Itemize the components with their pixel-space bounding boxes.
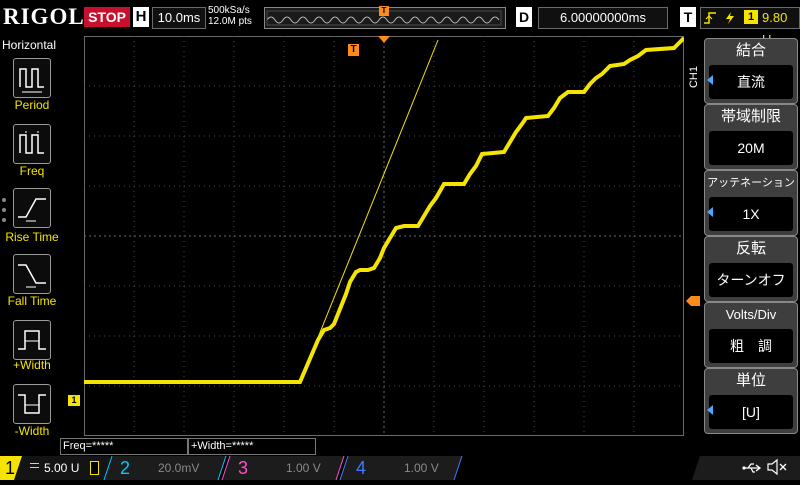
dc-coupling-icon — [30, 463, 39, 468]
period-label: Period — [14, 98, 50, 112]
positive-width-icon — [18, 330, 46, 350]
measure-panel-title: Horizontal — [2, 38, 57, 52]
left-scroll-dot — [2, 208, 6, 212]
invert-menu-item[interactable]: 反転 ターンオフ — [704, 236, 798, 302]
ch1-ground-marker[interactable]: 1 — [68, 395, 80, 406]
coupling-arrow-icon — [707, 75, 713, 85]
attenuation-value: 1X — [709, 197, 793, 231]
channel-1-number[interactable]: 1 — [5, 456, 15, 480]
volts-div-title: Volts/Div — [725, 307, 777, 322]
positive-width-measurement[interactable]: +Width=***** — [188, 438, 316, 455]
negative-width-button[interactable] — [13, 384, 51, 424]
channel-menu-tag: CH1 — [688, 66, 700, 89]
timebase-value[interactable]: 10.0ms — [152, 7, 206, 29]
bandwidth-limit-menu-item[interactable]: 帯域制限 20M — [704, 104, 798, 170]
fall-time-button[interactable] — [13, 254, 51, 294]
period-icon — [19, 68, 44, 93]
fall-time-label: Fall Time — [7, 294, 57, 308]
freq-button[interactable] — [13, 124, 51, 164]
bandwidth-limit-value: 20M — [709, 131, 793, 165]
channel-menu: 結合 直流 帯域制限 20M アッテネーション 1X 反転 ターンオフ Volt… — [704, 38, 800, 438]
period-button[interactable] — [13, 58, 51, 98]
positive-width-label: +Width — [13, 358, 51, 372]
unit-arrow-icon — [707, 405, 713, 415]
channel-1-scale[interactable]: 5.00 U — [44, 458, 79, 478]
attenuation-title: アッテネーション — [707, 177, 795, 189]
coupling-title: 結合 — [735, 42, 766, 59]
lightning-icon — [726, 12, 734, 24]
channel-3-scale[interactable]: 1.00 V — [286, 458, 321, 478]
fall-time-icon — [18, 264, 46, 288]
attenuation-menu-item[interactable]: アッテネーション 1X — [704, 170, 798, 236]
negative-width-label: -Width — [14, 424, 50, 438]
delay-label: D — [516, 7, 532, 27]
channel-4-number[interactable]: 4 — [356, 456, 366, 480]
volts-div-value: 粗 調 — [709, 329, 793, 363]
positive-width-button[interactable] — [13, 320, 51, 360]
delay-value[interactable]: 6.00000000ms — [538, 7, 668, 29]
volts-div-menu-item[interactable]: Volts/Div 粗 調 — [704, 302, 798, 368]
memory-overview-strip[interactable]: T — [264, 6, 506, 29]
usb-icon — [742, 463, 762, 473]
run-stop-status[interactable]: STOP — [84, 7, 130, 27]
coupling-menu-item[interactable]: 結合 直流 — [704, 38, 798, 104]
negative-width-icon — [18, 394, 46, 414]
trigger-source: 1 — [744, 10, 758, 24]
unit-title: 単位 — [735, 372, 766, 389]
sample-rate: 500kSa/s — [208, 5, 250, 16]
rise-time-label: Rise Time — [5, 230, 59, 244]
trigger-position-arrow — [378, 36, 390, 43]
invert-title: 反転 — [735, 240, 766, 257]
freq-measurement[interactable]: Freq=***** — [60, 438, 188, 455]
sound-muted-icon[interactable] — [766, 458, 788, 476]
freq-label: Freq — [19, 164, 45, 178]
bandwidth-limit-icon — [90, 461, 99, 475]
bandwidth-limit-title: 帯域制限 — [720, 108, 781, 125]
coupling-value: 直流 — [709, 65, 793, 99]
memory-depth: 12.0M pts — [208, 16, 252, 27]
channel-2-number[interactable]: 2 — [120, 456, 130, 480]
ch1-waveform-trace — [84, 36, 686, 384]
rising-edge-icon — [704, 12, 716, 24]
trigger-level-marker[interactable] — [686, 296, 700, 306]
memory-trigger-marker: T — [379, 6, 389, 16]
invert-value: ターンオフ — [709, 263, 793, 297]
channel-2-scale[interactable]: 20.0mV — [158, 458, 199, 478]
trigger-label: T — [680, 7, 696, 27]
timebase-label: H — [133, 7, 149, 27]
attenuation-arrow-icon — [707, 207, 713, 217]
left-scroll-dot — [2, 198, 6, 202]
channel-3-number[interactable]: 3 — [238, 456, 248, 480]
trigger-position-marker[interactable]: T — [348, 44, 359, 56]
ch1-fast-edge-trace — [299, 39, 439, 383]
freq-icon — [19, 131, 44, 155]
unit-menu-item[interactable]: 単位 [U] — [704, 368, 798, 434]
rise-time-button[interactable] — [13, 188, 51, 228]
unit-value: [U] — [709, 395, 793, 429]
waveform-display[interactable] — [84, 36, 686, 436]
graticule — [84, 36, 686, 436]
brand-logo: RIGOL — [3, 4, 85, 29]
rise-time-icon — [18, 198, 46, 222]
left-scroll-dot — [2, 218, 6, 222]
channel-4-scale[interactable]: 1.00 V — [404, 458, 439, 478]
